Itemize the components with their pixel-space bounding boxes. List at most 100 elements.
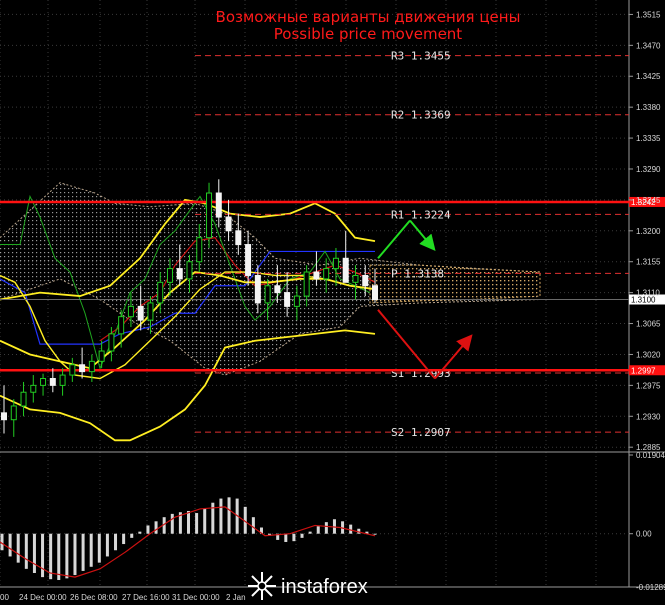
candle-body xyxy=(323,268,330,280)
candle xyxy=(1,385,7,434)
macd-bar xyxy=(41,533,45,578)
macd-bar xyxy=(316,526,320,534)
ichimoku-cloud xyxy=(0,182,541,376)
pivot-value: 1.3455 xyxy=(411,50,451,63)
macd-bar xyxy=(284,533,288,542)
pivot-value: 1.3369 xyxy=(411,109,451,122)
x-tick-label: 31 Dec 00:00 xyxy=(172,593,220,602)
support-tag-label: 1.2997 xyxy=(631,366,656,375)
candle-body xyxy=(284,292,291,307)
candle-body xyxy=(235,230,242,246)
pivot-label-r3: R3 1.3455 xyxy=(391,50,451,63)
candle-body xyxy=(372,285,378,301)
candle xyxy=(79,347,86,379)
candle-body xyxy=(186,261,193,280)
candle-body xyxy=(264,285,271,304)
watermark-text: instaforex xyxy=(281,576,368,598)
macd-bar xyxy=(8,533,12,557)
macd-bar xyxy=(138,531,142,534)
candle-body xyxy=(303,271,310,297)
macd-bar xyxy=(349,524,353,534)
macd-bar xyxy=(24,533,28,569)
candle xyxy=(49,368,56,393)
candle xyxy=(20,381,27,417)
pivot-value: 1.3138 xyxy=(404,267,444,280)
candle-body xyxy=(127,305,134,318)
macd-bar xyxy=(97,533,101,563)
candle-body xyxy=(166,268,173,283)
candle xyxy=(59,368,66,396)
macd-bar xyxy=(373,533,377,535)
macd-bar xyxy=(170,513,174,534)
macd-bar xyxy=(122,533,126,545)
candle-body xyxy=(10,405,17,421)
pivot-name: R2 xyxy=(391,109,411,122)
y-tick-label: 1.2975 xyxy=(636,381,661,390)
candle xyxy=(30,375,37,403)
y-tick-label: 1.3290 xyxy=(636,165,661,174)
candle-body xyxy=(30,384,37,393)
macd-bar xyxy=(130,533,134,538)
candle-body xyxy=(157,281,164,304)
y-tick-label: 1.3470 xyxy=(636,41,661,50)
candle-body xyxy=(225,216,232,232)
macd-bar xyxy=(114,533,118,551)
macd-bar xyxy=(89,533,93,567)
macd-bar xyxy=(81,533,85,571)
candle xyxy=(342,230,349,283)
candle-body xyxy=(362,274,369,287)
direction-arrow xyxy=(434,334,473,380)
candle xyxy=(69,357,76,382)
macd-bar xyxy=(292,533,296,542)
pivot-name: R3 xyxy=(391,50,411,63)
y-tick-label: 1.3020 xyxy=(636,350,661,359)
macd-bar xyxy=(187,510,190,534)
logo-icon xyxy=(248,572,276,600)
price-chart: R3 1.3455 R2 1.3369 R1 1.3224 P 1.3138 S1 1.… xyxy=(0,0,665,602)
macd-bar xyxy=(154,521,158,534)
candle-body xyxy=(137,305,144,321)
x-tick-label: 00 xyxy=(0,593,9,602)
candle-body xyxy=(313,271,320,280)
x-tick-label: 26 Dec 08:00 xyxy=(70,593,118,602)
candle-body xyxy=(118,316,125,335)
y-tick-label: 1.3110 xyxy=(636,289,660,298)
macd-bar xyxy=(57,533,61,581)
candle-body xyxy=(108,333,115,352)
macd-bar xyxy=(105,533,109,557)
candle-body xyxy=(59,374,66,386)
candle-body xyxy=(49,377,56,386)
pivot-name: S1 xyxy=(391,367,411,380)
pivot-label-r2: R2 1.3369 xyxy=(391,109,451,122)
pivot-label-p: P 1.3138 xyxy=(391,267,444,280)
direction-arrow xyxy=(377,219,411,259)
macd-bar xyxy=(32,533,36,573)
candle-body xyxy=(196,237,203,263)
candle-body xyxy=(176,268,183,280)
candle-body xyxy=(332,257,339,270)
y-tick-label: 1.3200 xyxy=(636,227,661,236)
candle-body xyxy=(147,302,154,321)
candle-body xyxy=(254,274,261,304)
x-tick-label: 2 Jan xyxy=(226,593,246,602)
pivot-name: S2 xyxy=(391,426,411,439)
candle-body xyxy=(245,244,252,276)
candle-body xyxy=(79,364,86,373)
candle-body xyxy=(88,360,95,373)
candle-body xyxy=(352,274,359,283)
y-tick-label: 1.3155 xyxy=(636,258,661,267)
candle-body xyxy=(342,257,349,283)
candle-body xyxy=(40,377,47,386)
macd-bar xyxy=(219,498,223,534)
pivot-name: P xyxy=(391,267,404,280)
direction-arrow xyxy=(409,219,436,252)
candle-body xyxy=(206,192,213,239)
y-tick-label: 1.3515 xyxy=(636,10,661,19)
y-tick-label: 1.3425 xyxy=(636,72,661,81)
candle xyxy=(10,399,17,437)
candle xyxy=(40,373,47,396)
x-tick-label: 27 Dec 16:00 xyxy=(122,593,170,602)
candle-body xyxy=(20,391,27,407)
candle-body xyxy=(1,412,7,421)
macd-tick-label: 0.01904 xyxy=(636,451,665,460)
